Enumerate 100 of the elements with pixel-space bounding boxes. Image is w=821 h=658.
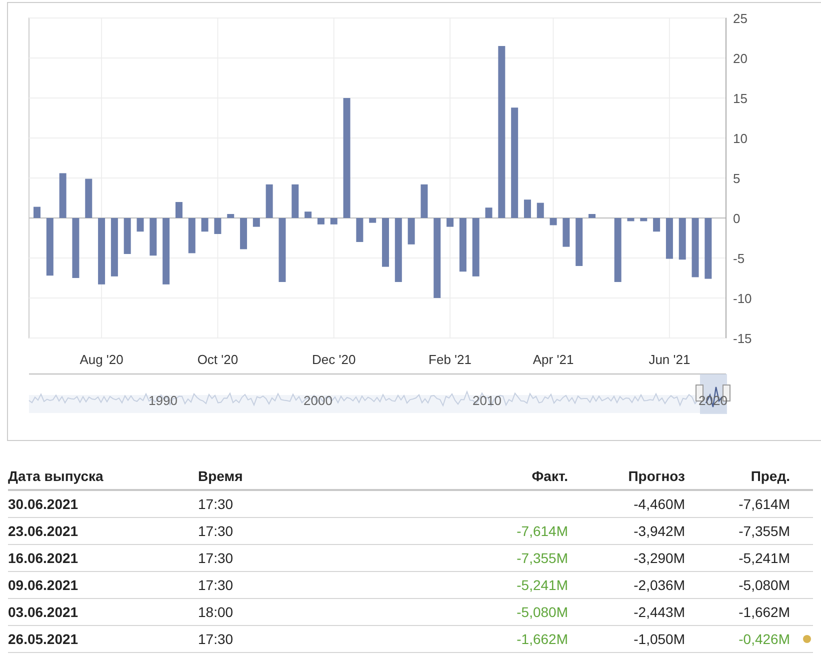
previous-cell: -1,662M [738, 604, 790, 620]
bar [304, 212, 312, 218]
bar [201, 218, 208, 232]
axis-label: 0 [733, 211, 740, 226]
date-cell: 26.05.2021 [8, 631, 78, 647]
time-cell: 17:30 [198, 523, 234, 539]
bar [330, 218, 338, 224]
actual-cell: -5,080M [516, 604, 568, 620]
bar [124, 218, 131, 254]
forecast-cell: -3,942M [634, 523, 685, 539]
forecast-cell: -3,290M [634, 550, 685, 566]
bar [98, 218, 106, 284]
bar [59, 173, 66, 218]
time-cell: 17:30 [198, 550, 234, 566]
bar [704, 218, 712, 279]
axis-label: -15 [733, 331, 752, 346]
date-cell: 16.06.2021 [8, 550, 78, 566]
bar [536, 202, 544, 218]
axis-label: 15 [733, 91, 748, 106]
time-cell: 18:00 [198, 604, 234, 620]
bar [175, 202, 182, 218]
column-header[interactable]: Дата выпуска [8, 468, 104, 484]
previous-cell: -0,426M [738, 631, 790, 647]
bar [240, 218, 248, 250]
axis-label: -5 [733, 251, 745, 266]
bar [472, 218, 480, 276]
bar [627, 218, 634, 222]
bar [136, 218, 144, 232]
previous-cell: -7,614M [738, 496, 790, 512]
bar [278, 218, 286, 282]
date-cell: 23.06.2021 [8, 523, 78, 539]
bar [85, 178, 92, 218]
bar [459, 218, 466, 272]
bar [588, 214, 596, 218]
time-cell: 17:30 [198, 577, 234, 593]
bar [382, 218, 389, 267]
column-header[interactable]: Время [198, 468, 243, 484]
date-cell: 09.06.2021 [8, 577, 78, 593]
actual-cell: -7,355M [516, 550, 568, 566]
navigator-label: 2000 [304, 393, 332, 408]
column-header[interactable]: Факт. [532, 468, 568, 484]
axis-label: Jun '21 [648, 352, 690, 367]
actual-cell: -7,614M [516, 523, 568, 539]
date-cell: 03.06.2021 [8, 604, 78, 620]
bar [188, 218, 196, 254]
bar [150, 218, 157, 256]
bar [562, 218, 570, 247]
column-header[interactable]: Прогноз [628, 468, 685, 484]
axis-label: Oct '20 [197, 352, 238, 367]
bar [550, 218, 557, 226]
bar [266, 184, 273, 218]
bar [110, 218, 118, 276]
bar [576, 218, 583, 266]
axis-label: 5 [733, 171, 740, 186]
date-cell: 30.06.2021 [8, 496, 78, 512]
bar [653, 218, 660, 232]
bar [692, 218, 699, 278]
bar [162, 218, 170, 284]
bar [524, 200, 531, 218]
previous-cell: -7,355M [738, 523, 790, 539]
bar [446, 218, 454, 227]
bar [34, 206, 40, 218]
actual-cell: -5,241M [516, 577, 568, 593]
bar [678, 218, 686, 260]
previous-cell: -5,241M [738, 550, 790, 566]
bar [394, 218, 402, 282]
actual-cell: -1,662M [516, 631, 568, 647]
axis-label: Dec '20 [312, 352, 356, 367]
bar [666, 218, 673, 259]
previous-cell: -5,080M [738, 577, 790, 593]
column-header[interactable]: Пред. [750, 468, 790, 484]
bar [356, 218, 364, 242]
bar [292, 184, 299, 218]
bar [614, 218, 622, 282]
bar [252, 218, 260, 227]
bar [408, 218, 415, 244]
bar [214, 218, 222, 234]
axis-label: Aug '20 [80, 352, 124, 367]
time-cell: 17:30 [198, 631, 234, 647]
bar [369, 218, 376, 223]
bar [46, 218, 54, 276]
bar [485, 208, 492, 218]
bar [72, 218, 80, 278]
navigator-label: 1990 [148, 393, 178, 408]
bar [420, 184, 428, 218]
axis-label: Apr '21 [532, 352, 574, 367]
bar [640, 218, 648, 222]
time-cell: 17:30 [198, 496, 234, 512]
bar [317, 218, 324, 224]
axis-label: 25 [733, 11, 748, 26]
axis-label: 20 [733, 51, 748, 66]
navigator-label: 2010 [472, 393, 502, 408]
forecast-cell: -2,036M [634, 577, 685, 593]
forecast-cell: -1,050M [634, 631, 685, 647]
axis-label: -10 [733, 291, 752, 306]
bar [227, 214, 234, 218]
forecast-cell: -4,460M [634, 496, 685, 512]
forecast-cell: -2,443M [634, 604, 685, 620]
axis-label: Feb '21 [428, 352, 472, 367]
axis-label: 10 [733, 131, 748, 146]
